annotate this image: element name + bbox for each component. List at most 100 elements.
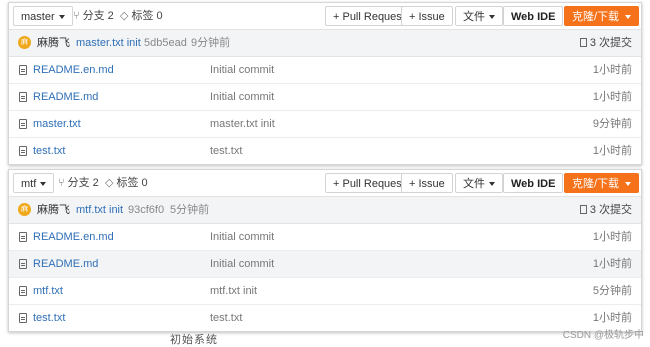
repo-toolbar: mtf ⑂ 分支 2 ◇ 标签 0 + Pull Request + Issue 文… bbox=[9, 170, 641, 196]
pull-request-button[interactable]: + Pull Request bbox=[325, 173, 413, 193]
commit-time: 5分钟前 bbox=[170, 204, 210, 216]
file-icon bbox=[19, 313, 27, 323]
clone-download-button[interactable]: 克隆/下载 bbox=[564, 173, 640, 193]
file-list: README.en.md Initial commit 1小时前 README.md… bbox=[9, 224, 641, 331]
file-row[interactable]: master.txt master.txt init 9分钟前 bbox=[9, 111, 641, 138]
commit-message[interactable]: mtf.txt init bbox=[76, 197, 123, 223]
file-commit-message[interactable]: mtf.txt init bbox=[210, 278, 257, 304]
branches-label: 分支 2 bbox=[82, 10, 114, 22]
chevron-down-icon bbox=[58, 15, 65, 20]
branches-label: 分支 2 bbox=[67, 177, 99, 189]
file-icon bbox=[19, 119, 27, 129]
commit-count: 3 次提交 bbox=[589, 204, 632, 216]
file-commit-message[interactable]: test.txt bbox=[210, 305, 242, 331]
file-commit-message[interactable]: master.txt init bbox=[210, 111, 275, 137]
commit-message[interactable]: master.txt init bbox=[76, 30, 141, 56]
branch-icon: ⑂ bbox=[73, 10, 80, 22]
file-icon bbox=[19, 146, 27, 156]
file-time: 1小时前 bbox=[592, 231, 632, 243]
pull-request-button[interactable]: + Pull Request bbox=[325, 6, 413, 26]
file-dropdown[interactable]: 文件 bbox=[455, 173, 503, 193]
repo-panel-master: master ⑂ 分支 2 ◇ 标签 0 + Pull Request + Issu… bbox=[8, 2, 642, 165]
chevron-down-icon bbox=[625, 182, 632, 187]
file-row[interactable]: README.en.md Initial commit 1小时前 bbox=[9, 224, 641, 251]
chevron-down-icon bbox=[489, 15, 495, 20]
avatar[interactable]: 麻 bbox=[18, 36, 31, 49]
file-icon bbox=[19, 259, 27, 269]
file-commit-message[interactable]: Initial commit bbox=[210, 57, 274, 83]
branches-link[interactable]: ⑂ 分支 2 bbox=[58, 173, 99, 193]
file-row[interactable]: README.en.md Initial commit 1小时前 bbox=[9, 57, 641, 84]
file-commit-message[interactable]: Initial commit bbox=[210, 224, 274, 250]
branch-name: master bbox=[21, 11, 55, 23]
file-name[interactable]: README.en.md bbox=[33, 224, 114, 250]
web-ide-button[interactable]: Web IDE bbox=[503, 173, 564, 193]
branches-link[interactable]: ⑂ 分支 2 bbox=[73, 6, 114, 26]
file-name[interactable]: master.txt bbox=[33, 111, 81, 137]
file-list: README.en.md Initial commit 1小时前 README.md… bbox=[9, 57, 641, 164]
commit-author[interactable]: 麻腾飞 bbox=[37, 30, 70, 56]
file-time: 9分钟前 bbox=[592, 118, 632, 130]
file-time: 1小时前 bbox=[592, 91, 632, 103]
clone-label: 克隆/下载 bbox=[572, 178, 620, 190]
tags-label: 标签 0 bbox=[131, 10, 163, 22]
commit-count: 3 次提交 bbox=[589, 37, 632, 49]
file-row[interactable]: README.md Initial commit 1小时前 bbox=[9, 251, 641, 278]
commits-icon bbox=[579, 205, 587, 214]
file-time: 1小时前 bbox=[592, 258, 632, 270]
clone-label: 克隆/下载 bbox=[572, 11, 620, 23]
file-name[interactable]: README.en.md bbox=[33, 57, 114, 83]
csdn-watermark: CSDN @极轨步中 bbox=[562, 330, 644, 341]
latest-commit-bar: 麻 麻腾飞 mtf.txt init 93cf6f0 5分钟前 3 次提交 bbox=[9, 196, 641, 224]
commit-time: 9分钟前 bbox=[191, 37, 231, 49]
file-icon bbox=[19, 65, 27, 75]
file-name[interactable]: mtf.txt bbox=[33, 278, 63, 304]
file-row[interactable]: test.txt test.txt 1小时前 bbox=[9, 305, 641, 331]
branch-select[interactable]: master bbox=[13, 6, 73, 26]
file-commit-message[interactable]: test.txt bbox=[210, 138, 242, 164]
chevron-down-icon bbox=[625, 15, 632, 20]
branch-select[interactable]: mtf bbox=[13, 173, 55, 193]
latest-commit-bar: 麻 麻腾飞 master.txt init 5db5ead 9分钟前 3 次提交 bbox=[9, 29, 641, 57]
commit-count-link[interactable]: 3 次提交 bbox=[579, 30, 632, 56]
commit-author[interactable]: 麻腾飞 bbox=[37, 197, 70, 223]
tags-label: 标签 0 bbox=[116, 177, 148, 189]
tag-icon: ◇ bbox=[105, 177, 114, 189]
file-commit-message[interactable]: Initial commit bbox=[210, 251, 274, 277]
repo-panel-mtf: mtf ⑂ 分支 2 ◇ 标签 0 + Pull Request + Issue 文… bbox=[8, 169, 642, 332]
file-label: 文件 bbox=[463, 11, 485, 23]
file-commit-message[interactable]: Initial commit bbox=[210, 84, 274, 110]
file-icon bbox=[19, 286, 27, 296]
tag-icon: ◇ bbox=[120, 10, 129, 22]
file-name[interactable]: README.md bbox=[33, 84, 98, 110]
file-row[interactable]: README.md Initial commit 1小时前 bbox=[9, 84, 641, 111]
file-time: 5分钟前 bbox=[592, 285, 632, 297]
commit-hash[interactable]: 5db5ead bbox=[144, 30, 187, 56]
branch-icon: ⑂ bbox=[58, 177, 65, 189]
commit-hash[interactable]: 93cf6f0 bbox=[128, 197, 164, 223]
background-page-text: 初始系统 bbox=[170, 334, 218, 346]
file-time: 1小时前 bbox=[592, 145, 632, 157]
tags-link[interactable]: ◇ 标签 0 bbox=[120, 6, 163, 26]
commit-count-link[interactable]: 3 次提交 bbox=[579, 197, 632, 223]
tags-link[interactable]: ◇ 标签 0 bbox=[105, 173, 148, 193]
avatar[interactable]: 麻 bbox=[18, 203, 31, 216]
file-dropdown[interactable]: 文件 bbox=[455, 6, 503, 26]
file-icon bbox=[19, 92, 27, 102]
file-row[interactable]: test.txt test.txt 1小时前 bbox=[9, 138, 641, 164]
file-name[interactable]: test.txt bbox=[33, 138, 65, 164]
file-name[interactable]: test.txt bbox=[33, 305, 65, 331]
file-row[interactable]: mtf.txt mtf.txt init 5分钟前 bbox=[9, 278, 641, 305]
repo-toolbar: master ⑂ 分支 2 ◇ 标签 0 + Pull Request + Issu… bbox=[9, 3, 641, 29]
commits-icon bbox=[579, 38, 587, 47]
issue-button[interactable]: + Issue bbox=[401, 173, 453, 193]
file-icon bbox=[19, 232, 27, 242]
chevron-down-icon bbox=[40, 182, 47, 187]
issue-button[interactable]: + Issue bbox=[401, 6, 453, 26]
web-ide-button[interactable]: Web IDE bbox=[503, 6, 564, 26]
file-name[interactable]: README.md bbox=[33, 251, 98, 277]
chevron-down-icon bbox=[489, 182, 495, 187]
clone-download-button[interactable]: 克隆/下载 bbox=[564, 6, 640, 26]
file-time: 1小时前 bbox=[592, 64, 632, 76]
file-label: 文件 bbox=[463, 178, 485, 190]
